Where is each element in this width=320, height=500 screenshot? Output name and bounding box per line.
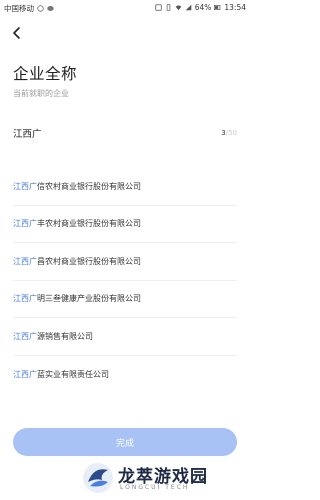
vibrate-icon	[165, 4, 172, 11]
watermark: 龙萃游戏园 LONGCUI TECH	[80, 458, 250, 500]
status-left: 中国移动	[4, 3, 54, 14]
suggestion-item[interactable]: 江西广 蓝实业有限责任公司	[13, 356, 237, 394]
suggestion-match: 江西广	[13, 294, 37, 304]
suggestion-item[interactable]: 江西广 源销售有限公司	[13, 318, 237, 356]
suggestion-match: 江西广	[13, 369, 37, 379]
page-subtitle: 当前就职的企业	[13, 89, 69, 98]
suggestion-rest: 蓝实业有限责任公司	[37, 369, 109, 379]
status-right: 64% 13:54	[155, 3, 246, 12]
nfc-icon	[155, 4, 162, 11]
suggestion-rest: 明三叁健康产业股份有限公司	[37, 294, 141, 304]
suggestion-match: 江西广	[13, 219, 37, 229]
char-counter: 3/50	[221, 129, 237, 137]
carrier-label: 中国移动	[4, 4, 34, 13]
signal-icon	[185, 4, 192, 11]
company-name-input[interactable]: 江西广	[13, 126, 42, 140]
suggestion-match: 江西广	[13, 181, 37, 191]
wifi-icon	[175, 4, 182, 11]
watermark-subtitle: LONGCUI TECH	[120, 484, 190, 491]
back-button[interactable]	[10, 26, 24, 40]
done-button[interactable]: 完成	[13, 428, 237, 456]
status-bar: 中国移动 64% 13:54	[0, 0, 250, 16]
suggestion-item[interactable]: 江西广 明三叁健康产业股份有限公司	[13, 281, 237, 318]
suggestion-item[interactable]: 江西广 信农村商业银行股份有限公司	[13, 168, 237, 206]
suggestion-match: 江西广	[13, 256, 37, 266]
suggestion-rest: 源销售有限公司	[37, 331, 93, 341]
suggestion-match: 江西广	[13, 331, 37, 341]
suggestion-list: 江西广 信农村商业银行股份有限公司 江西广 丰农村商业银行股份有限公司 江西广 昌农村…	[13, 168, 237, 393]
suggestion-item[interactable]: 江西广 丰农村商业银行股份有限公司	[13, 206, 237, 243]
char-max: /50	[225, 129, 237, 137]
suggestion-item[interactable]: 江西广 昌农村商业银行股份有限公司	[13, 243, 237, 281]
suggestion-rest: 信农村商业银行股份有限公司	[37, 181, 141, 191]
suggestion-rest: 昌农村商业银行股份有限公司	[37, 256, 141, 266]
notification-icon	[37, 5, 44, 12]
company-name-field[interactable]: 江西广 3/50	[13, 126, 237, 144]
suggestion-rest: 丰农村商业银行股份有限公司	[37, 219, 141, 229]
battery-level: 64%	[194, 3, 212, 12]
watermark-logo-icon	[80, 460, 116, 496]
chevron-left-icon	[13, 27, 20, 39]
chat-icon	[47, 5, 54, 12]
page-title: 企业全称	[13, 65, 78, 83]
status-time: 13:54	[224, 3, 246, 12]
battery-icon	[214, 4, 221, 11]
